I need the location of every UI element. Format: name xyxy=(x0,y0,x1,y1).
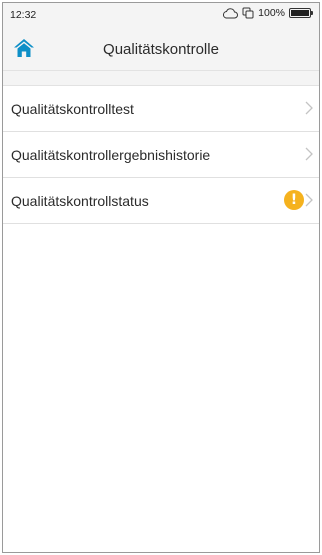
battery-percent: 100% xyxy=(258,7,285,19)
cloud-icon xyxy=(222,7,239,19)
menu-item-label: Qualitätskontrollstatus xyxy=(11,193,149,209)
chevron-right-icon xyxy=(305,193,313,207)
app-header: Qualitätskontrolle xyxy=(3,28,319,71)
menu-item-quality-control-test[interactable]: Qualitätskontrolltest xyxy=(3,86,319,132)
chevron-right-icon xyxy=(305,147,313,161)
menu-item-quality-control-history[interactable]: Qualitätskontrollergebnishistorie xyxy=(3,132,319,178)
status-time: 12:32 xyxy=(10,9,37,21)
menu-item-quality-control-status[interactable]: Qualitätskontrollstatus ! xyxy=(3,178,319,224)
page-title: Qualitätskontrolle xyxy=(103,41,219,58)
menu-item-label: Qualitätskontrollergebnishistorie xyxy=(11,147,211,163)
chevron-right-icon xyxy=(305,101,313,115)
status-bar: 12:32 100% xyxy=(3,3,319,28)
copy-icon xyxy=(242,7,254,19)
status-indicators: 100% xyxy=(222,7,313,19)
battery-icon xyxy=(289,8,313,18)
warning-icon: ! xyxy=(284,190,304,210)
menu-list: Qualitätskontrolltest Qualitätskontrolle… xyxy=(3,86,319,224)
menu-item-label: Qualitätskontrolltest xyxy=(11,101,134,117)
battery-fill xyxy=(291,10,309,16)
list-spacer xyxy=(3,71,319,86)
device-screen: 12:32 100% Qualitätskontrolle Qualitätsk… xyxy=(2,2,320,553)
